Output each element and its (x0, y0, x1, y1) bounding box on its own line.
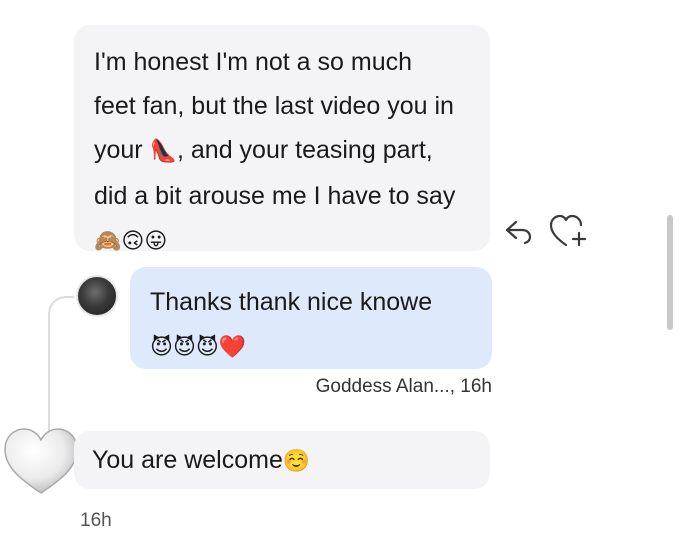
heart-plus-icon[interactable] (548, 211, 590, 251)
see-no-evil-emoji: 🙈 (94, 229, 122, 254)
scrollbar[interactable] (667, 215, 673, 330)
avatar[interactable] (76, 275, 118, 317)
high-heel-emoji: 👠 (149, 139, 177, 164)
thread-connector (48, 296, 74, 431)
message-line: feet fan, but the last video you in (94, 92, 454, 120)
reply-icon[interactable] (503, 215, 535, 247)
chat-thread: I'm honest I'm not a so much feet fan, b… (0, 0, 680, 550)
upside-down-emoji: 🙃 (121, 229, 145, 254)
smiling-emoji: ☺️ (282, 449, 311, 474)
tongue-emoji: 😛 (144, 229, 168, 254)
message-line: your 👠, and your teasing part, (94, 128, 490, 174)
message-emoji-line: 😈😈😈❤️ (150, 324, 492, 370)
red-heart-emoji: ❤️ (218, 335, 247, 360)
message-text: You are welcome (92, 446, 283, 474)
message-line: did a bit arouse me I have to say (94, 182, 456, 210)
message-bubble-incoming[interactable]: I'm honest I'm not a so much feet fan, b… (74, 25, 490, 254)
message-bubble-outgoing[interactable]: Thanks thank nice knowe 😈😈😈❤️ (130, 267, 492, 369)
message-emoji-line: 🙈🙃😛 (94, 218, 490, 264)
message-timestamp: 16h (80, 510, 112, 531)
message-bubble-incoming[interactable]: You are welcome☺️ (74, 431, 490, 489)
message-text: your (94, 136, 143, 164)
message-text: Thanks thank nice knowe (150, 288, 433, 316)
white-heart-icon (4, 428, 78, 494)
smiling-devil-emoji: 😈 (172, 335, 196, 360)
message-meta: Goddess Alan..., 16h (315, 376, 492, 397)
message-line: I'm honest I'm not a so much (94, 48, 413, 76)
smiling-devil-emoji: 😈 (195, 335, 219, 360)
smiling-devil-emoji: 😈 (150, 335, 173, 360)
message-text: , and your teasing part, (177, 136, 433, 164)
